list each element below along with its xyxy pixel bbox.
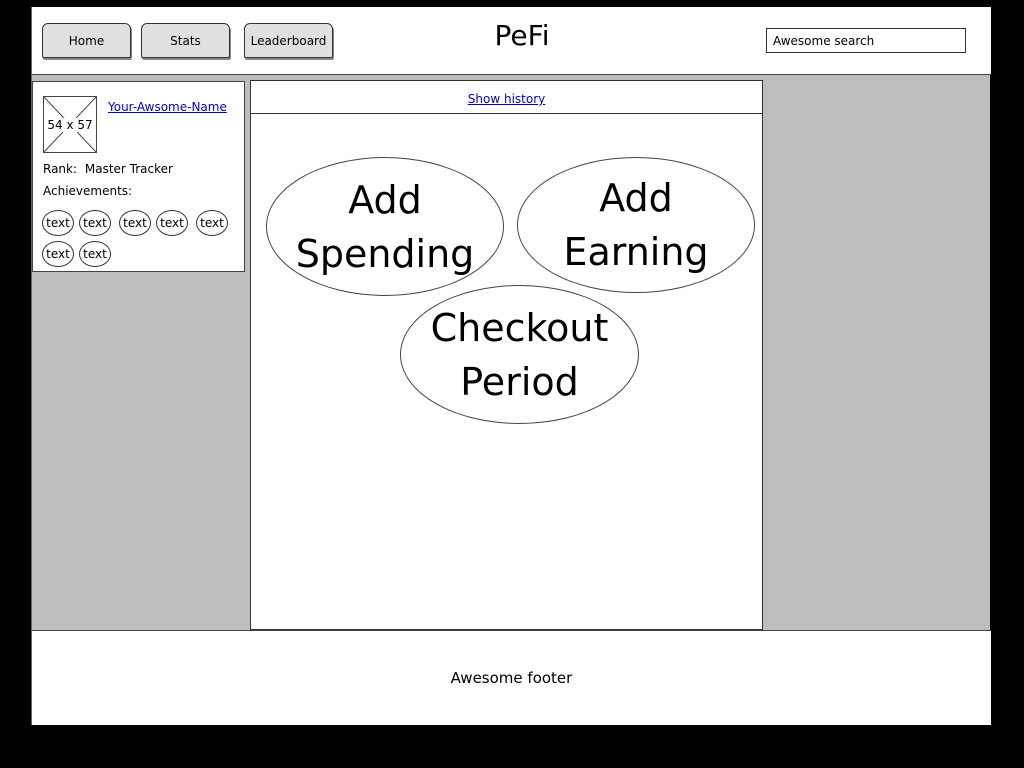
nav-home-button[interactable]: Home <box>42 23 131 58</box>
footer: Awesome footer <box>32 630 991 725</box>
rank-row: Rank: Master Tracker <box>43 162 173 176</box>
achievement-badge[interactable]: text <box>156 210 188 236</box>
header: Home Stats Leaderboard PeFi <box>32 7 991 75</box>
footer-text: Awesome footer <box>450 669 573 687</box>
achievements-label: Achievements: <box>43 184 133 198</box>
achievement-badge[interactable]: text <box>119 210 151 236</box>
achievement-badge[interactable]: text <box>79 210 111 236</box>
profile-name-link[interactable]: Your-Awsome-Name <box>108 100 227 114</box>
achievement-badge[interactable]: text <box>42 210 74 236</box>
nav-leaderboard-button[interactable]: Leaderboard <box>244 23 333 58</box>
add-earning-line1: Add <box>599 176 673 220</box>
main-panel: Show history Add Spending Add Earning Ch… <box>250 80 763 630</box>
avatar-placeholder: 54 x 57 <box>43 96 97 153</box>
add-earning-line2: Earning <box>563 230 709 274</box>
history-bar: Show history <box>251 81 762 114</box>
show-history-link[interactable]: Show history <box>468 92 545 106</box>
search-input[interactable] <box>766 28 966 53</box>
achievement-badge[interactable]: text <box>79 241 111 267</box>
add-spending-line1: Add <box>348 177 422 222</box>
add-spending-line2: Spending <box>295 231 475 276</box>
profile-card: 54 x 57 Your-Awsome-Name Rank: Master Tr… <box>32 81 245 272</box>
rank-label: Rank: <box>43 162 78 176</box>
rank-value: Master Tracker <box>84 162 173 176</box>
nav-leaderboard-label: Leaderboard <box>250 33 327 48</box>
achievement-badge[interactable]: text <box>42 241 74 267</box>
avatar-size-label: 54 x 57 <box>44 118 96 132</box>
app-title: PeFi <box>494 19 550 52</box>
add-spending-button[interactable]: Add Spending <box>266 157 504 296</box>
checkout-period-line2: Period <box>460 359 579 404</box>
checkout-period-button[interactable]: Checkout Period <box>400 285 639 424</box>
nav-stats-label: Stats <box>170 33 201 48</box>
nav-home-label: Home <box>68 33 105 48</box>
app-frame: Home Stats Leaderboard PeFi 54 x 57 Your… <box>31 7 991 725</box>
checkout-period-line1: Checkout <box>430 305 609 350</box>
nav-stats-button[interactable]: Stats <box>141 23 230 58</box>
achievement-badge[interactable]: text <box>196 210 228 236</box>
add-earning-button[interactable]: Add Earning <box>517 157 755 293</box>
